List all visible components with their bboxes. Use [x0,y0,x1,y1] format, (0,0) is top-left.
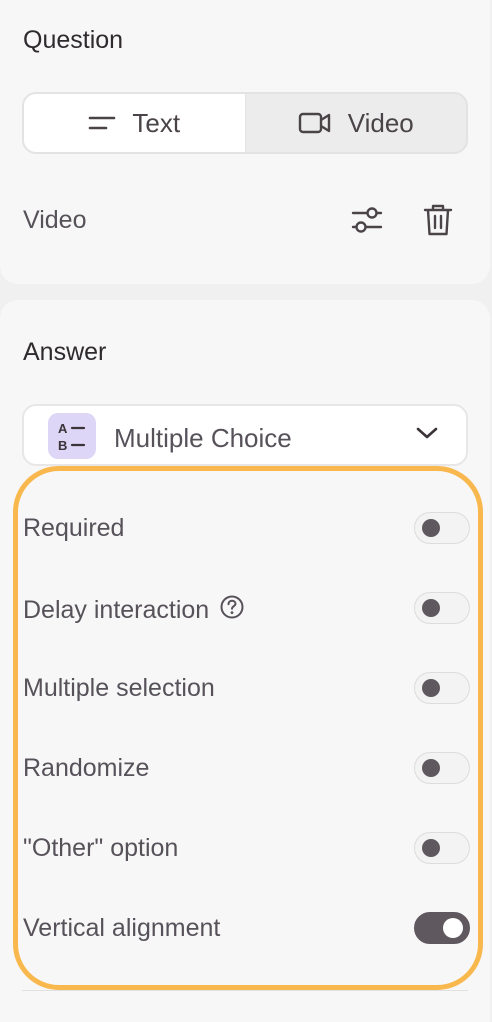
option-vertical-alignment: Vertical alignment [0,908,490,948]
tab-video-label: Video [347,107,414,138]
tab-text-label: Text [132,107,181,138]
media-label: Video [23,206,87,234]
randomize-toggle[interactable] [414,752,470,784]
video-camera-icon [298,112,332,134]
question-card: Question Text Video Video [0,0,490,284]
option-required-label: Required [23,514,125,542]
option-label: Multiple selection [23,674,215,703]
chevron-down-icon [416,426,438,445]
option-label: Delay interaction [23,594,245,627]
vertical-alignment-toggle[interactable] [414,912,470,944]
svg-text:A: A [58,421,68,436]
option-vertical-alignment-label: Vertical alignment [23,914,221,942]
toggle-knob [422,839,440,857]
other-option-toggle[interactable] [414,832,470,864]
toggle-knob [443,918,463,938]
option-label: Randomize [23,754,149,783]
option-other: "Other" option [0,828,490,868]
option-delay-label: Delay interaction [23,596,210,624]
question-type-toggle: Text Video [22,92,468,154]
toggle-knob [422,519,440,537]
answer-title: Answer [23,338,107,366]
trash-icon[interactable] [423,203,453,242]
help-circle-icon[interactable] [219,594,245,627]
multiple-choice-icon: A B [48,413,96,459]
answer-type-select[interactable]: A B Multiple Choice [22,404,468,466]
option-multiple-selection: Multiple selection [0,668,490,708]
tab-video[interactable]: Video [246,94,467,152]
toggle-knob [422,679,440,697]
delay-interaction-toggle[interactable] [414,592,470,624]
answer-card: Answer A B Multiple Choice Required Dela… [0,300,490,1022]
option-other-label: "Other" option [23,834,179,862]
sliders-icon[interactable] [350,203,384,242]
question-title: Question [23,26,124,54]
toggle-knob [422,599,440,617]
divider [22,990,468,991]
option-label: Required [23,514,124,543]
svg-text:B: B [58,438,67,453]
option-label: "Other" option [23,834,178,863]
option-label: Vertical alignment [23,914,220,943]
toggle-knob [422,759,440,777]
option-required: Required [0,508,490,548]
answer-type-value: Multiple Choice [114,423,292,453]
option-delay-interaction: Delay interaction [0,588,490,628]
required-toggle[interactable] [414,512,470,544]
option-multiple-selection-label: Multiple selection [23,674,215,702]
text-lines-icon [88,115,116,131]
option-randomize-label: Randomize [23,754,150,782]
option-randomize: Randomize [0,748,490,788]
multiple-selection-toggle[interactable] [414,672,470,704]
tab-text[interactable]: Text [24,94,246,152]
